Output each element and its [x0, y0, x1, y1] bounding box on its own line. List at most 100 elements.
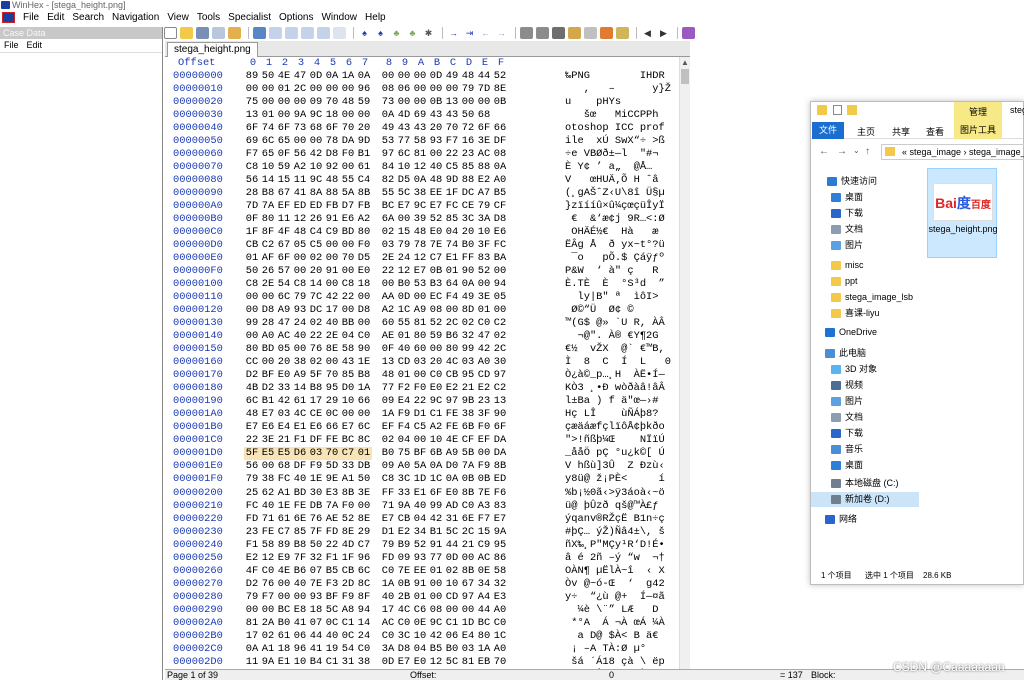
hex-byte[interactable]: FE — [260, 526, 276, 539]
hex-byte[interactable]: A0 — [260, 330, 276, 343]
hex-byte[interactable]: E7 — [380, 513, 396, 526]
hex-byte[interactable]: 97 — [444, 395, 460, 408]
hex-byte[interactable]: 14 — [308, 278, 324, 291]
nav-item[interactable]: stega_image_lsb — [811, 290, 919, 305]
hex-row[interactable]: 00000000 89 50 4E 47 0D 0A 1A 0A 00 00 00 0D 49 48 44 52… — [165, 70, 679, 83]
hex-byte[interactable]: AA — [380, 291, 396, 304]
hex-byte[interactable]: 6F — [244, 122, 260, 135]
hex-byte[interactable]: 48 — [244, 408, 260, 421]
hex-byte[interactable]: 9C — [428, 617, 444, 630]
hex-byte[interactable]: 4D — [396, 109, 412, 122]
hex-byte[interactable]: DF — [308, 434, 324, 447]
ribbon-view-tab[interactable]: 查看 — [926, 125, 944, 138]
hex-byte[interactable]: 1E — [308, 473, 324, 486]
hex-byte[interactable]: 00 — [276, 109, 292, 122]
hex-byte[interactable]: 65 — [276, 135, 292, 148]
hex-byte[interactable]: F7 — [444, 135, 460, 148]
hex-byte[interactable]: ED — [292, 200, 308, 213]
hex-byte[interactable]: 75 — [396, 447, 412, 460]
hex-byte[interactable]: 7A — [460, 460, 476, 473]
hex-byte[interactable]: 20 — [428, 356, 444, 369]
calculator-icon[interactable] — [584, 27, 597, 39]
hex-byte[interactable]: C0 — [356, 330, 372, 343]
hex-byte[interactable]: 0F — [380, 343, 396, 356]
menu-navigation[interactable]: Navigation — [108, 10, 163, 25]
hex-row[interactable]: 00000080 56 14 15 11 9C 48 55 C4 82 D5 0A 48 9D 88 E2 A0… — [165, 174, 679, 187]
hex-byte[interactable]: 09 — [380, 460, 396, 473]
hex-row[interactable]: 00000230 23 FE C7 85 7F FD 8E 29 D1 E2 34 B1 5C 2C 15 9A… — [165, 526, 679, 539]
hex-byte[interactable]: 10 — [260, 161, 276, 174]
hex-byte[interactable]: A2 — [380, 304, 396, 317]
copy-icon[interactable] — [285, 27, 298, 39]
hex-byte[interactable]: 48 — [340, 96, 356, 109]
hex-byte[interactable]: 88 — [476, 161, 492, 174]
hex-byte[interactable]: 3C — [396, 473, 412, 486]
hex-byte[interactable]: C8 — [244, 278, 260, 291]
hex-byte[interactable]: 12 — [412, 161, 428, 174]
hex-byte[interactable]: F7 — [476, 513, 492, 526]
file-item-stega-height[interactable]: Bai度百度 stega_height.png — [927, 168, 998, 258]
hex-byte[interactable]: 05 — [276, 343, 292, 356]
hex-byte[interactable]: 8B — [460, 487, 476, 500]
hex-byte[interactable]: A7 — [476, 187, 492, 200]
hex-byte[interactable]: 93 — [308, 591, 324, 604]
address-path[interactable]: « stega_image › stega_image_ — [881, 144, 1024, 160]
hex-byte[interactable]: 01 — [444, 265, 460, 278]
hex-byte[interactable]: AD — [444, 500, 460, 513]
hex-byte[interactable]: 48 — [292, 226, 308, 239]
hex-byte[interactable]: B8 — [356, 369, 372, 382]
hex-byte[interactable]: 22 — [444, 148, 460, 161]
hex-byte[interactable]: 00 — [324, 239, 340, 252]
hex-byte[interactable]: 0B — [428, 96, 444, 109]
hex-row[interactable]: 00000260 4F C0 4E B6 07 B5 CB 6C C0 7E EE 01 02 8B 0E 58… — [165, 565, 679, 578]
hex-byte[interactable]: C1 — [428, 408, 444, 421]
hex-byte[interactable]: 00 — [476, 447, 492, 460]
hex-byte[interactable]: 91 — [324, 213, 340, 226]
hex-byte[interactable]: 3C — [396, 630, 412, 643]
drive-icon[interactable] — [552, 27, 565, 39]
hex-byte[interactable]: 68 — [476, 109, 492, 122]
hex-byte[interactable]: 33 — [396, 487, 412, 500]
hex-byte[interactable]: 24 — [292, 317, 308, 330]
hex-byte[interactable]: 13 — [492, 395, 508, 408]
hex-byte[interactable]: E3 — [324, 487, 340, 500]
hex-row[interactable]: 000001F0 79 38 FC 40 1E 9E A1 50 C8 3C 1D 1C 0A 0B 0B ED… — [165, 473, 679, 486]
hex-byte[interactable]: 29 — [324, 395, 340, 408]
hex-byte[interactable]: 47 — [476, 330, 492, 343]
hex-byte[interactable]: 00 — [412, 291, 428, 304]
hex-byte[interactable]: BD — [260, 343, 276, 356]
hex-byte[interactable]: 00 — [324, 278, 340, 291]
hex-byte[interactable]: 00 — [292, 135, 308, 148]
hex-byte[interactable]: 18 — [308, 604, 324, 617]
hex-byte[interactable]: F6 — [492, 487, 508, 500]
hex-byte[interactable]: 8C — [356, 434, 372, 447]
hex-byte[interactable]: 99 — [460, 343, 476, 356]
hex-byte[interactable]: 09 — [396, 552, 412, 565]
hex-byte[interactable]: 52 — [428, 317, 444, 330]
hex-byte[interactable]: 43 — [396, 122, 412, 135]
menu-specialist[interactable]: Specialist — [224, 10, 275, 25]
row-text[interactable]: , – y}Ž — [565, 83, 671, 96]
hex-byte[interactable]: A4 — [476, 591, 492, 604]
row-text[interactable]: y8ü@ ž¡PÈ< í — [565, 473, 665, 486]
hex-byte[interactable]: 22 — [340, 291, 356, 304]
hex-byte[interactable]: C1 — [340, 617, 356, 630]
hex-byte[interactable]: C8 — [244, 161, 260, 174]
hex-byte[interactable]: 0E — [476, 565, 492, 578]
hex-byte[interactable]: F0 — [340, 148, 356, 161]
hex-byte[interactable]: C0 — [396, 617, 412, 630]
hex-byte[interactable]: 93 — [412, 552, 428, 565]
hex-byte[interactable]: 61 — [356, 161, 372, 174]
hex-byte[interactable]: 00 — [260, 460, 276, 473]
hex-byte[interactable]: 32 — [492, 578, 508, 591]
hex-byte[interactable]: 14 — [292, 382, 308, 395]
hex-byte[interactable]: 30 — [308, 487, 324, 500]
menu-view[interactable]: View — [163, 10, 193, 25]
hex-byte[interactable]: C7 — [276, 526, 292, 539]
hex-byte[interactable]: A2 — [428, 421, 444, 434]
hex-byte[interactable]: 00 — [356, 408, 372, 421]
hex-row[interactable]: 00000160 CC 00 20 38 02 00 43 1E 13 CD 03 20 4C 03 A0 30… — [165, 356, 679, 369]
hex-byte[interactable]: 04 — [444, 226, 460, 239]
hex-byte[interactable]: 68 — [308, 122, 324, 135]
hex-byte[interactable]: BA — [492, 252, 508, 265]
